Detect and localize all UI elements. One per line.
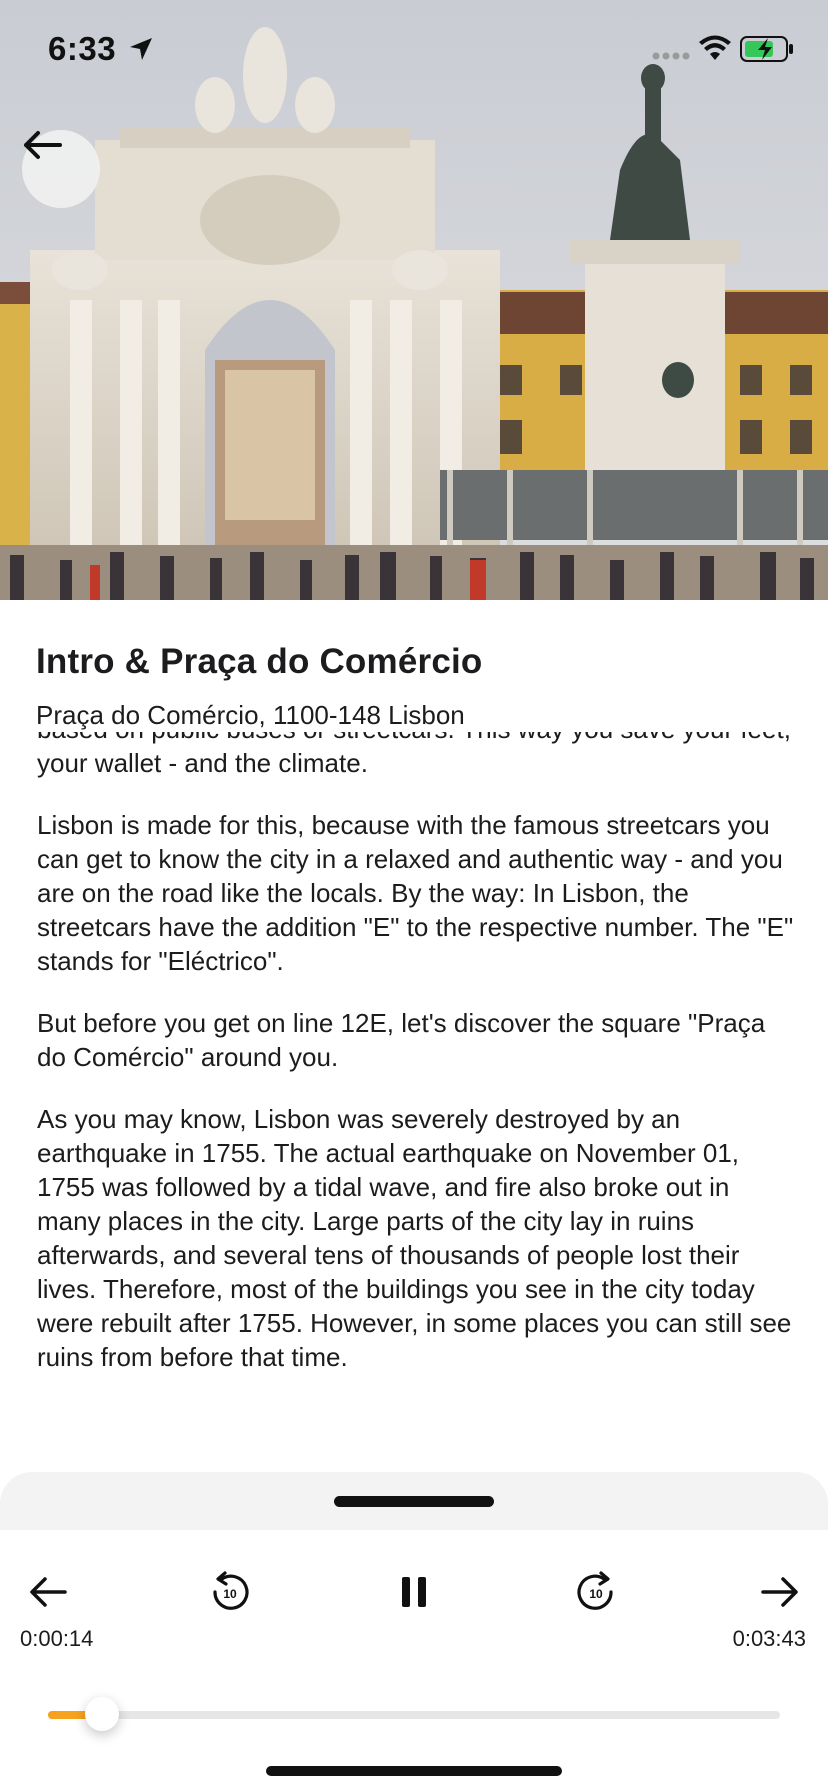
battery-charging-icon (740, 36, 793, 62)
progress-track[interactable] (48, 1711, 780, 1719)
forward-label: 10 (589, 1587, 603, 1601)
pause-button[interactable] (382, 1560, 446, 1624)
next-track-button[interactable] (748, 1560, 812, 1624)
forward-10-button[interactable]: 10 (564, 1560, 628, 1624)
rewind-10-icon: 10 (213, 1571, 249, 1610)
arrow-left-icon (24, 131, 62, 159)
sheet-grabber[interactable] (334, 1496, 494, 1507)
status-time: 6:33 (48, 30, 117, 67)
hero-image: 6:33 (0, 0, 828, 600)
forward-10-icon: 10 (577, 1571, 613, 1610)
place-title: Intro & Praça do Comércio (36, 642, 483, 681)
rewind-label: 10 (223, 1587, 237, 1601)
article-paragraph: But before you get on line 12E, let's di… (37, 1008, 766, 1072)
audio-player: 10 10 0:00:14 0:03:43 (0, 1472, 828, 1792)
wifi-icon (699, 35, 731, 60)
rewind-10-button[interactable]: 10 (198, 1560, 262, 1624)
total-duration: 0:03:43 (732, 1626, 806, 1651)
progress-thumb[interactable] (85, 1697, 119, 1731)
status-bar: 6:33 (0, 0, 828, 100)
arrow-left-icon (30, 1577, 67, 1607)
arrow-right-icon (761, 1577, 798, 1607)
home-indicator (266, 1766, 562, 1776)
pause-icon (402, 1577, 426, 1607)
article-paragraph: Lisbon is made for this, because with th… (37, 810, 794, 976)
article-paragraph: As you may know, Lisbon was severely des… (37, 1104, 792, 1372)
article-scroll-area[interactable]: based on public buses or streetcars. Thi… (0, 732, 828, 1472)
article-text: based on public buses or streetcars. Thi… (37, 732, 797, 1402)
place-header: Intro & Praça do Comércio Praça do Comér… (36, 642, 796, 730)
back-button[interactable] (22, 130, 130, 208)
cellular-dots-icon (652, 52, 690, 60)
player-sheet-handle-area[interactable] (0, 1472, 828, 1530)
location-arrow-icon (130, 38, 152, 60)
back-button-disc[interactable] (22, 130, 100, 208)
elapsed-time: 0:00:14 (20, 1626, 94, 1651)
article-paragraph: based on public buses or streetcars. Thi… (37, 732, 791, 778)
progress-slider[interactable] (48, 1697, 780, 1737)
place-address: Praça do Comércio, 1100-148 Lisbon (36, 700, 465, 730)
previous-track-button[interactable] (16, 1560, 80, 1624)
